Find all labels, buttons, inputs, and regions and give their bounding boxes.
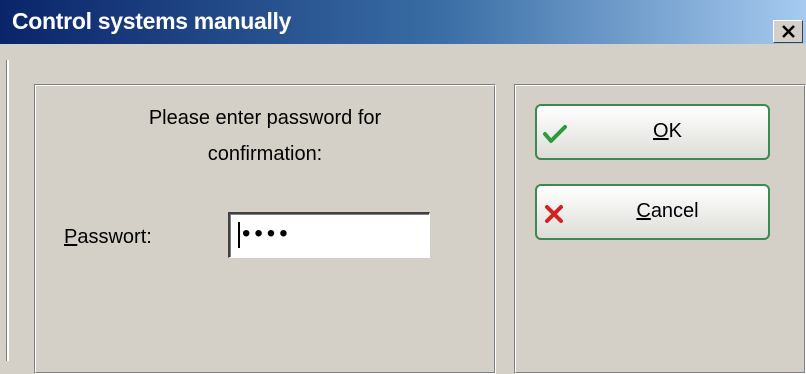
cancel-button[interactable]: Cancel [535,184,770,240]
text-caret [238,222,240,248]
cancel-label-mnemonic: C [636,200,651,222]
dialog-left-edge [6,60,9,361]
cancel-button-label: Cancel [587,200,748,223]
checkmark-icon [543,125,567,143]
password-label-mnemonic: P [64,226,78,248]
ok-button-label: OK [587,120,748,143]
ok-label-rest: K [668,120,682,142]
confirmation-dialog: Control systems manually Please enter pa… [0,0,806,374]
password-label: Passwort: [64,226,152,249]
ok-button[interactable]: OK [535,104,770,160]
prompt-line-2: confirmation: [207,143,323,165]
cancel-label-rest: ancel [650,200,699,222]
x-icon [545,205,563,223]
close-button[interactable] [773,20,803,43]
close-icon [782,25,795,38]
password-input[interactable]: •••• [228,212,430,258]
password-label-rest: asswort: [77,226,152,248]
title-bar: Control systems manually [0,0,806,44]
prompt-line-1: Please enter password for [148,107,382,129]
ok-label-mnemonic: O [653,120,669,142]
password-prompt: Please enter password for confirmation: [34,100,496,172]
window-title: Control systems manually [12,8,292,34]
